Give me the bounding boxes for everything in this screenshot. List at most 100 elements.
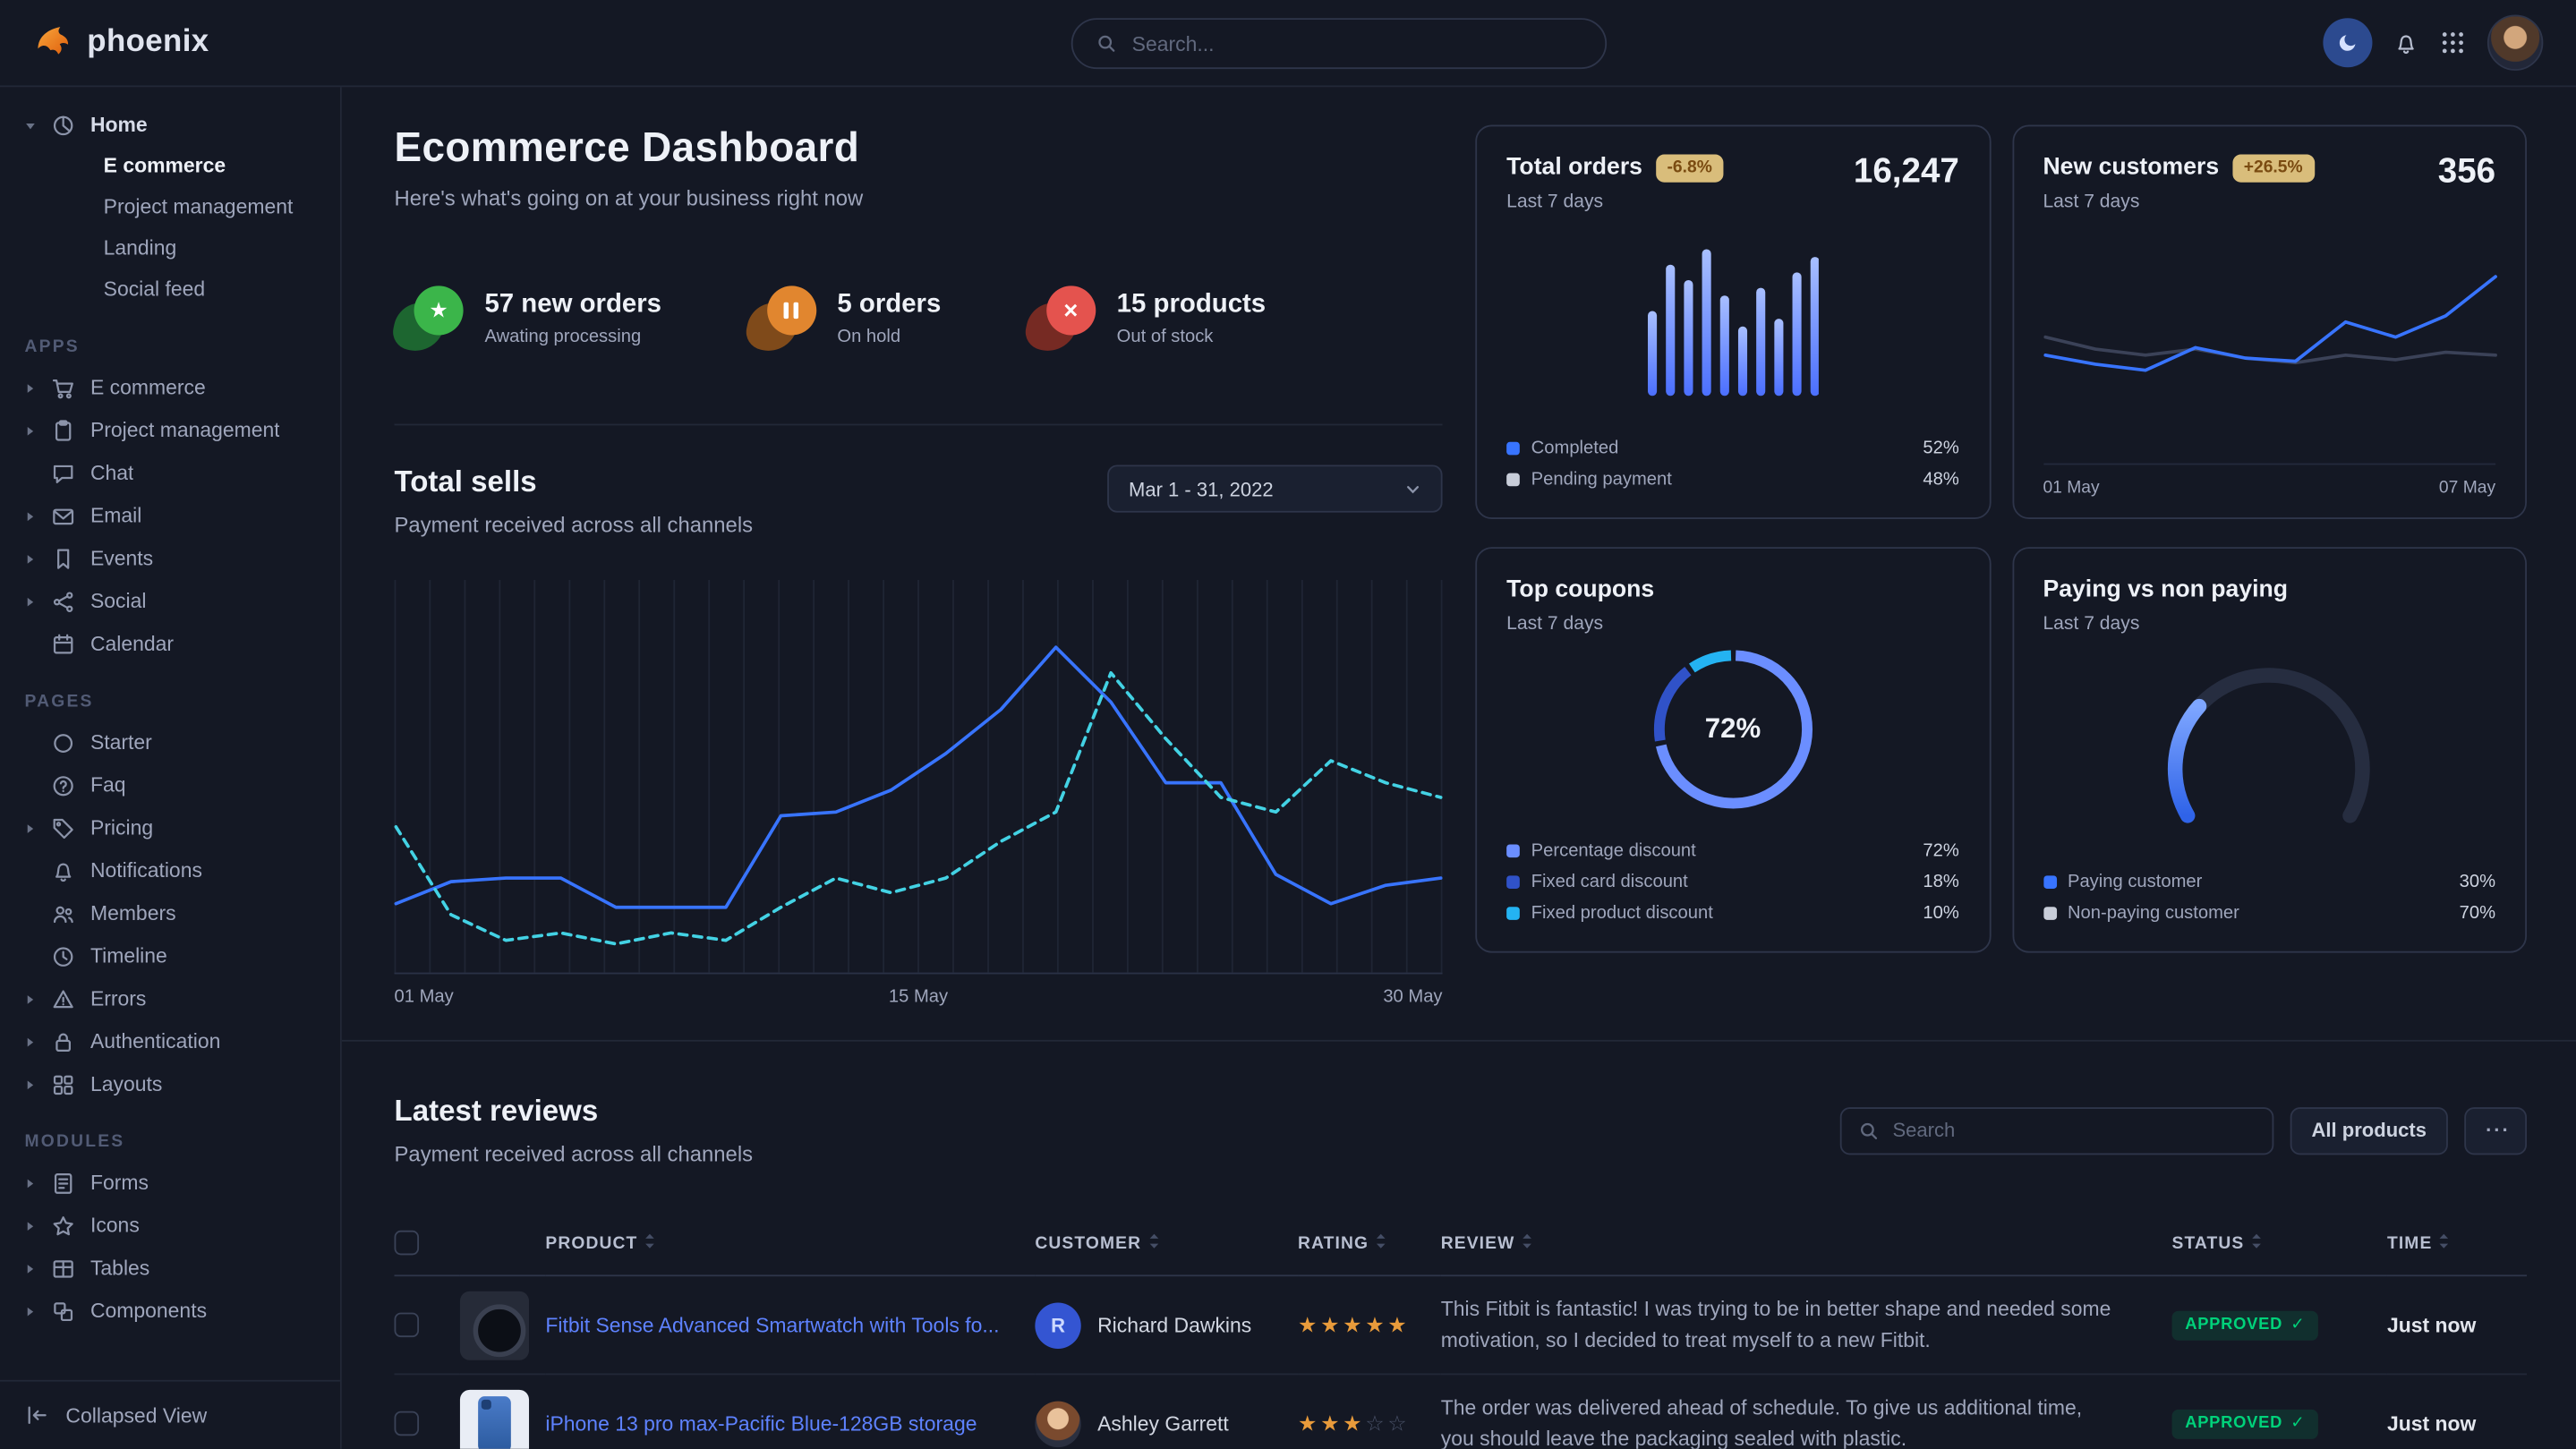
clock-icon (51, 943, 77, 968)
brand-name: phoenix (87, 25, 209, 61)
global-search[interactable] (1071, 18, 1607, 69)
sort-icon (644, 1232, 656, 1255)
sidebar-item-project-management[interactable]: Project management (0, 187, 340, 228)
brand[interactable]: phoenix (33, 22, 209, 64)
sidebar-item-label: Faq (90, 774, 126, 797)
chevron-right-icon (25, 382, 38, 394)
kpi-cards: Total orders-6.8% Last 7 days 16,247 Com… (1475, 124, 2527, 1007)
legend-swatch (1506, 844, 1520, 857)
row-checkbox[interactable] (395, 1411, 420, 1436)
more-options-button[interactable]: ··· (2464, 1106, 2527, 1154)
column-header-review[interactable]: REVIEW (1441, 1215, 2172, 1275)
dark-mode-toggle[interactable] (2323, 18, 2372, 67)
apps-menu-button[interactable] (2440, 30, 2466, 55)
reviews-data-table: PRODUCTCUSTOMER RATINGREVIEWSTATUSTIME Fit… (395, 1215, 2527, 1449)
select-all-checkbox[interactable] (395, 1231, 420, 1256)
paying-gauge-chart (2146, 644, 2393, 841)
star-icon: ★ (395, 286, 464, 351)
sidebar-item-social[interactable]: Social (0, 580, 340, 623)
sidebar-item-layouts[interactable]: Layouts (0, 1063, 340, 1106)
search-input[interactable] (1132, 32, 1582, 55)
reviews-search[interactable] (1840, 1106, 2274, 1154)
sidebar-item-pricing[interactable]: Pricing (0, 806, 340, 849)
card-title: Top coupons (1506, 576, 1654, 602)
column-label: CUSTOMER (1035, 1233, 1141, 1253)
sidebar-item-calendar[interactable]: Calendar (0, 623, 340, 666)
stat-subtitle: Awating processing (484, 327, 661, 346)
sidebar-item-timeline[interactable]: Timeline (0, 934, 340, 977)
legend-swatch (1506, 874, 1520, 888)
stat-15-products: ×15 productsOut of stock (1027, 286, 1266, 351)
reviews-search-input[interactable] (1892, 1119, 2256, 1142)
legend-swatch (1506, 473, 1520, 486)
sidebar-item-email[interactable]: Email (0, 494, 340, 537)
page-subtitle: Here's what's going on at your business … (395, 185, 1443, 210)
sidebar-item-label: Forms (90, 1172, 149, 1195)
home-children: E commerceProject managementLandingSocia… (0, 146, 340, 311)
grid-icon (2440, 30, 2466, 55)
chevron-right-icon (25, 553, 38, 565)
chevron-down-icon (1404, 481, 1420, 497)
bell-icon (51, 858, 77, 883)
stat-value: 57 new orders (484, 291, 661, 320)
column-header-product[interactable]: PRODUCT (545, 1215, 1035, 1275)
legend-value: 52% (1923, 438, 1958, 457)
legend-row-completed: Completed52% (1506, 432, 1959, 464)
latest-reviews-section: Latest reviews Payment received across a… (395, 1042, 2527, 1449)
rating-stars: ★★★☆☆ (1298, 1411, 1410, 1436)
notifications-button[interactable] (2393, 30, 2418, 55)
sidebar-item-label: Email (90, 504, 141, 527)
column-header-customer[interactable]: CUSTOMER (1035, 1215, 1298, 1275)
app: phoenix Home E commerceProject managemen… (0, 0, 2576, 1449)
bell-icon (2393, 30, 2418, 55)
product-link[interactable]: iPhone 13 pro max-Pacific Blue-128GB sto… (545, 1412, 1035, 1436)
product-link[interactable]: Fitbit Sense Advanced Smartwatch with To… (545, 1313, 1035, 1336)
page-title: Ecommerce Dashboard (395, 124, 1443, 172)
sidebar-item-e-commerce[interactable]: E commerce (0, 366, 340, 409)
sidebar-item-tables[interactable]: Tables (0, 1247, 340, 1290)
sidebar-item-faq[interactable]: Faq (0, 764, 340, 807)
sidebar-item-project-management[interactable]: Project management (0, 409, 340, 452)
sidebar-item-components[interactable]: Components (0, 1290, 340, 1333)
chevron-right-icon (25, 1305, 38, 1317)
new-customers-value: 356 (2438, 153, 2495, 192)
date-range-select[interactable]: Mar 1 - 31, 2022 (1107, 465, 1442, 512)
sidebar-item-authentication[interactable]: Authentication (0, 1020, 340, 1063)
sidebar-item-landing[interactable]: Landing (0, 228, 340, 269)
review-text: This Fitbit is fantastic! I was trying t… (1441, 1295, 2172, 1355)
rating-stars: ★★★★★ (1298, 1312, 1410, 1337)
sidebar-item-social-feed[interactable]: Social feed (0, 269, 340, 311)
legend-row-fixed-product-discount: Fixed product discount10% (1506, 897, 1959, 928)
sidebar-item-e-commerce[interactable]: E commerce (0, 146, 340, 187)
collapse-view-toggle[interactable]: Collapsed View (0, 1380, 340, 1449)
sidebar-item-events[interactable]: Events (0, 537, 340, 580)
sidebar-item-members[interactable]: Members (0, 892, 340, 935)
sidebar-item-label: Events (90, 547, 153, 570)
user-avatar[interactable] (2487, 15, 2543, 71)
legend-row-percentage-discount: Percentage discount72% (1506, 834, 1959, 865)
legend-label: Non-paying customer (2068, 903, 2239, 923)
legend-label: Pending payment (1531, 469, 1672, 489)
reviews-subtitle: Payment received across all channels (395, 1142, 754, 1167)
all-products-button[interactable]: All products (2290, 1106, 2448, 1154)
sidebar-item-icons[interactable]: Icons (0, 1204, 340, 1247)
sidebar-item-notifications[interactable]: Notifications (0, 849, 340, 892)
x-tick: 01 May (2043, 478, 2099, 498)
paying-legend: Paying customer30%Non-paying customer70% (2043, 865, 2495, 928)
sidebar-item-starter[interactable]: Starter (0, 721, 340, 764)
chevron-right-icon (25, 510, 38, 522)
row-checkbox[interactable] (395, 1313, 420, 1338)
sidebar-item-forms[interactable]: Forms (0, 1162, 340, 1205)
card-title: New customers (2043, 155, 2219, 181)
sidebar-item-errors[interactable]: Errors (0, 977, 340, 1020)
column-header-time[interactable]: TIME (2387, 1215, 2527, 1275)
sidebar-item-chat[interactable]: Chat (0, 452, 340, 495)
search-icon (1096, 33, 1117, 55)
customer-name: Richard Dawkins (1097, 1313, 1251, 1336)
question-icon (51, 773, 77, 798)
column-header-rating[interactable]: RATING (1298, 1215, 1441, 1275)
section-label-pages: PAGES (25, 692, 340, 712)
sidebar-item-label: Notifications (90, 859, 202, 882)
column-header-status[interactable]: STATUS (2172, 1215, 2387, 1275)
sidebar-item-home[interactable]: Home (0, 104, 340, 147)
